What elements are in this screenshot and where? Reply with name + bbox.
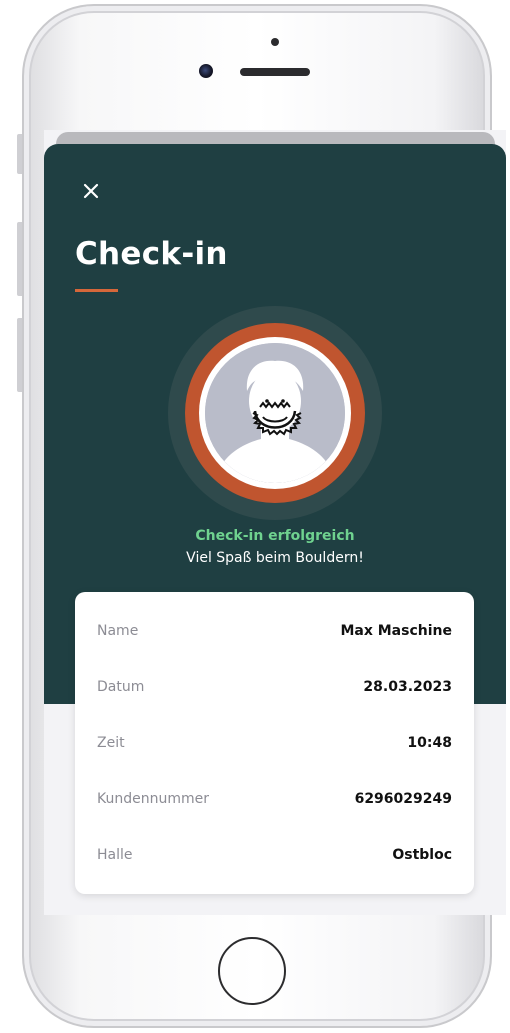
detail-label: Halle — [97, 847, 133, 863]
detail-row-customer-number: Kundennummer 6296029249 — [97, 787, 452, 811]
checkin-details-card: Name Max Maschine Datum 28.03.2023 Zeit … — [75, 592, 474, 894]
checkin-sheet: Check-in Check-in erfolgreich Viel Spaß … — [44, 144, 506, 915]
detail-value: 6296029249 — [354, 791, 452, 807]
detail-label: Name — [97, 623, 139, 639]
detail-value: Ostbloc — [392, 847, 452, 863]
profile-avatar — [168, 306, 382, 520]
detail-row-date: Datum 28.03.2023 — [97, 675, 452, 699]
title-underline — [75, 289, 118, 292]
close-icon — [83, 183, 99, 199]
detail-row-name: Name Max Maschine — [97, 619, 452, 643]
phone-screen: Check-in Check-in erfolgreich Viel Spaß … — [44, 130, 506, 915]
front-camera — [199, 64, 213, 78]
checkin-message-text: Viel Spaß beim Bouldern! — [186, 550, 364, 566]
detail-value: 28.03.2023 — [363, 679, 452, 695]
page-title: Check-in — [75, 236, 228, 272]
detail-row-gym: Halle Ostbloc — [97, 843, 452, 867]
earpiece-speaker — [240, 68, 310, 76]
detail-label: Zeit — [97, 735, 125, 751]
detail-label: Kundennummer — [97, 791, 209, 807]
detail-row-time: Zeit 10:48 — [97, 731, 452, 755]
proximity-sensor — [271, 38, 279, 46]
home-button[interactable] — [218, 937, 286, 1005]
checkin-success-text: Check-in erfolgreich — [195, 528, 355, 544]
detail-value: Max Maschine — [340, 623, 452, 639]
detail-label: Datum — [97, 679, 145, 695]
person-silhouette-icon — [205, 343, 345, 483]
avatar-image — [205, 343, 345, 483]
detail-value: 10:48 — [407, 735, 452, 751]
close-button[interactable] — [80, 180, 102, 202]
